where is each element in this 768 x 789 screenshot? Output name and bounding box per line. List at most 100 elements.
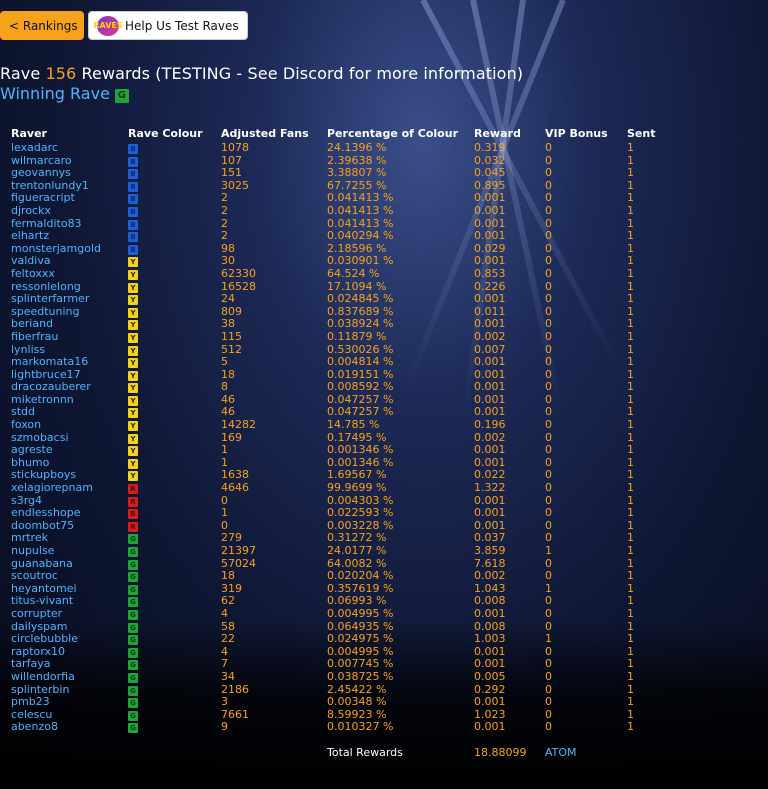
percentage-of-colour: 24.1396 % <box>327 141 387 154</box>
percentage-of-colour: 0.024975 % <box>327 632 394 646</box>
table-row: geovannys B 151 3.38807 % 0.045 0 1 <box>0 167 768 180</box>
help-test-raves-button[interactable]: RAVES Help Us Test Raves <box>88 11 248 40</box>
raver-name[interactable]: lexadarc <box>11 141 58 155</box>
adjusted-fans: 8 <box>221 380 228 394</box>
raver-name[interactable]: djrockx <box>11 204 51 218</box>
raver-name[interactable]: scoutroc <box>11 570 58 583</box>
table-row: abenzo8 G 9 0.010327 % 0.001 0 1 <box>0 721 768 734</box>
sent: 1 <box>627 229 634 243</box>
raver-name[interactable]: markomata16 <box>11 355 88 369</box>
rave-colour-badge: B <box>128 144 138 154</box>
table-row: splinterfarmer Y 24 0.024845 % 0.001 0 1 <box>0 293 768 306</box>
sent: 1 <box>627 443 634 457</box>
rave-colour-badge: Y <box>128 446 138 457</box>
adjusted-fans: 14282 <box>221 418 256 432</box>
percentage-of-colour: 0.001346 % <box>327 443 394 457</box>
reward: 0.001 <box>474 380 506 394</box>
col-adjusted-fans: Adjusted Fans <box>221 127 309 140</box>
vip-bonus: 0 <box>545 266 552 280</box>
table-row: markomata16 Y 5 0.004814 % 0.001 0 1 <box>0 355 768 369</box>
rave-colour-badge: B <box>128 181 138 192</box>
percentage-of-colour: 0.004814 % <box>327 355 394 369</box>
raver-name[interactable]: pmb23 <box>11 696 50 709</box>
adjusted-fans: 1078 <box>221 141 249 154</box>
rave-colour-badge: G <box>128 597 138 608</box>
percentage-of-colour: 24.0177 % <box>327 544 387 557</box>
raver-name[interactable]: elhartz <box>11 230 49 243</box>
rave-colour-badge: G <box>128 547 138 557</box>
table-row: fiberfrau Y 115 0.11879 % 0.002 0 1 <box>0 329 768 344</box>
raver-name[interactable]: agreste <box>11 444 53 457</box>
rave-colour-badge: Y <box>128 307 138 318</box>
adjusted-fans: 2 <box>221 229 228 243</box>
raver-name[interactable]: xelagiorepnam <box>11 481 93 495</box>
col-percentage: Percentage of Colour <box>327 127 458 140</box>
sent: 1 <box>627 292 634 306</box>
col-raver: Raver <box>11 127 47 140</box>
rave-colour-badge: Y <box>128 320 138 331</box>
table-row: endlesshope R 1 0.022593 % 0.001 0 1 <box>0 507 768 520</box>
rave-colour-badge: R <box>128 484 138 495</box>
raver-name[interactable]: circlebubble <box>11 633 78 646</box>
raver-name[interactable]: foxon <box>11 418 41 432</box>
sent: 1 <box>627 632 634 646</box>
raver-name[interactable]: nupulse <box>11 544 54 558</box>
table-row: willendorfia G 34 0.038725 % 0.005 0 1 <box>0 669 768 684</box>
rave-colour-badge: B <box>128 244 138 255</box>
rave-colour-badge: G <box>128 660 138 671</box>
rave-colour-badge: B <box>128 219 138 230</box>
raver-name[interactable]: dracozauberer <box>11 381 91 394</box>
rave-colour-badge: Y <box>128 295 138 306</box>
table-row: stdd Y 46 0.047257 % 0.001 0 1 <box>0 406 768 419</box>
rave-colour-badge: B <box>128 194 138 205</box>
percentage-of-colour: 0.00348 % <box>327 695 387 709</box>
percentage-of-colour: 99.9699 % <box>327 481 387 495</box>
table-row: agreste Y 1 0.001346 % 0.001 0 1 <box>0 444 768 457</box>
reward: 0.001 <box>474 229 506 243</box>
rave-colour-badge: Y <box>128 282 138 293</box>
adjusted-fans: 1 <box>221 506 228 520</box>
sent: 1 <box>627 569 634 583</box>
reward: 0.005 <box>474 669 506 683</box>
table-row: xelagiorepnam R 4646 99.9699 % 1.322 0 1 <box>0 481 768 495</box>
page-title: Rave 156 Rewards (TESTING - See Discord … <box>0 64 523 83</box>
raver-name[interactable]: geovannys <box>11 167 71 180</box>
rave-colour-badge: Y <box>128 358 138 369</box>
raver-name[interactable]: feltoxxx <box>11 267 55 281</box>
vip-bonus: 0 <box>545 443 552 457</box>
rave-colour-badge: Y <box>128 269 138 280</box>
raver-name[interactable]: abenzo8 <box>11 721 58 734</box>
adjusted-fans: 34 <box>221 669 235 683</box>
title-suffix: Rewards (TESTING - See Discord for more … <box>76 64 524 83</box>
percentage-of-colour: 0.004995 % <box>327 606 394 620</box>
reward: 0.001 <box>474 695 506 709</box>
vip-bonus: 0 <box>545 606 552 620</box>
adjusted-fans: 4646 <box>221 481 249 495</box>
rave-colour-badge: Y <box>128 370 138 381</box>
raver-name[interactable]: endlesshope <box>11 507 80 520</box>
adjusted-fans: 18 <box>221 569 235 583</box>
rankings-button[interactable]: < Rankings <box>0 11 84 40</box>
table-row: lexadarc B 1078 24.1396 % 0.319 0 1 <box>0 141 768 155</box>
raver-name[interactable]: corrupter <box>11 607 62 621</box>
table-row: pmb23 G 3 0.00348 % 0.001 0 1 <box>0 696 768 709</box>
adjusted-fans: 22 <box>221 632 235 646</box>
rave-colour-badge: Y <box>128 433 138 444</box>
raver-name[interactable]: willendorfia <box>11 670 75 684</box>
table-row: nupulse G 21397 24.0177 % 3.859 1 1 <box>0 544 768 558</box>
rave-colour-badge: Y <box>128 421 138 432</box>
sent: 1 <box>627 141 634 154</box>
percentage-of-colour: 0.040294 % <box>327 229 394 243</box>
rave-colour-badge: G <box>128 672 138 683</box>
sent: 1 <box>627 606 634 620</box>
col-reward: Reward <box>474 127 521 140</box>
vip-bonus: 0 <box>545 695 552 709</box>
rave-number: 156 <box>45 64 77 83</box>
raver-name[interactable]: fiberfrau <box>11 330 58 344</box>
percentage-of-colour: 0.11879 % <box>327 329 387 343</box>
reward: 0.002 <box>474 329 506 343</box>
rave-colour-badge: Y <box>128 408 138 419</box>
raver-name[interactable]: splinterfarmer <box>11 293 89 306</box>
rave-colour-badge: G <box>128 698 138 709</box>
adjusted-fans: 151 <box>221 166 242 180</box>
